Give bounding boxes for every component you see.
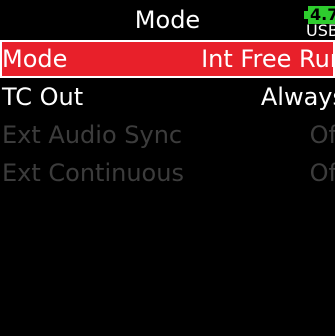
- menu-item-label: Mode: [2, 45, 68, 73]
- device-screen: Mode 4.7 USB Mode Int Free Run TC Out Al…: [0, 0, 335, 336]
- title-bar: Mode 4.7 USB: [0, 0, 335, 40]
- menu-item-value: Off: [309, 159, 335, 187]
- screen-title: Mode: [134, 6, 201, 34]
- menu-item-ext-audio-sync: Ext Audio Sync Off: [0, 116, 335, 154]
- battery-indicator: 4.7 USB: [304, 6, 335, 40]
- menu-item-tc-out[interactable]: TC Out Always: [0, 78, 335, 116]
- menu-list: Mode Int Free Run TC Out Always Ext Audi…: [0, 40, 335, 192]
- menu-item-value: Always: [260, 83, 335, 111]
- menu-item-ext-continuous: Ext Continuous Off: [0, 154, 335, 192]
- menu-item-label: Ext Continuous: [2, 159, 184, 187]
- power-source-label: USB: [306, 21, 335, 40]
- menu-item-mode[interactable]: Mode Int Free Run: [0, 40, 335, 78]
- menu-item-label: TC Out: [2, 83, 84, 111]
- menu-item-value: Off: [309, 121, 335, 149]
- menu-item-label: Ext Audio Sync: [2, 121, 183, 149]
- menu-item-value: Int Free Run: [201, 45, 335, 73]
